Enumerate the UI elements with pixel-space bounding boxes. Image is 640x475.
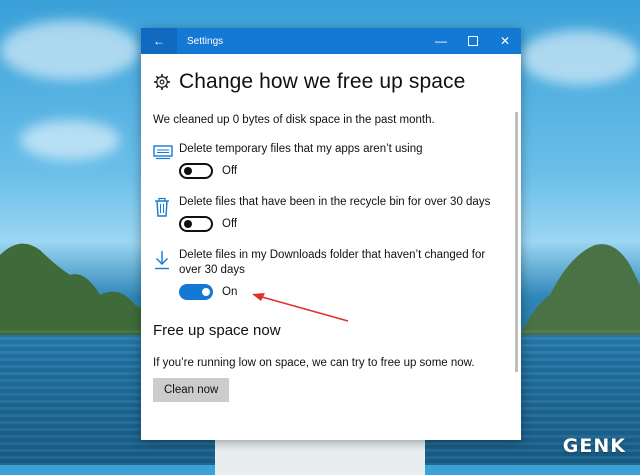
annotation-arrow <box>252 293 349 322</box>
genk-watermark: GENK <box>562 435 626 457</box>
